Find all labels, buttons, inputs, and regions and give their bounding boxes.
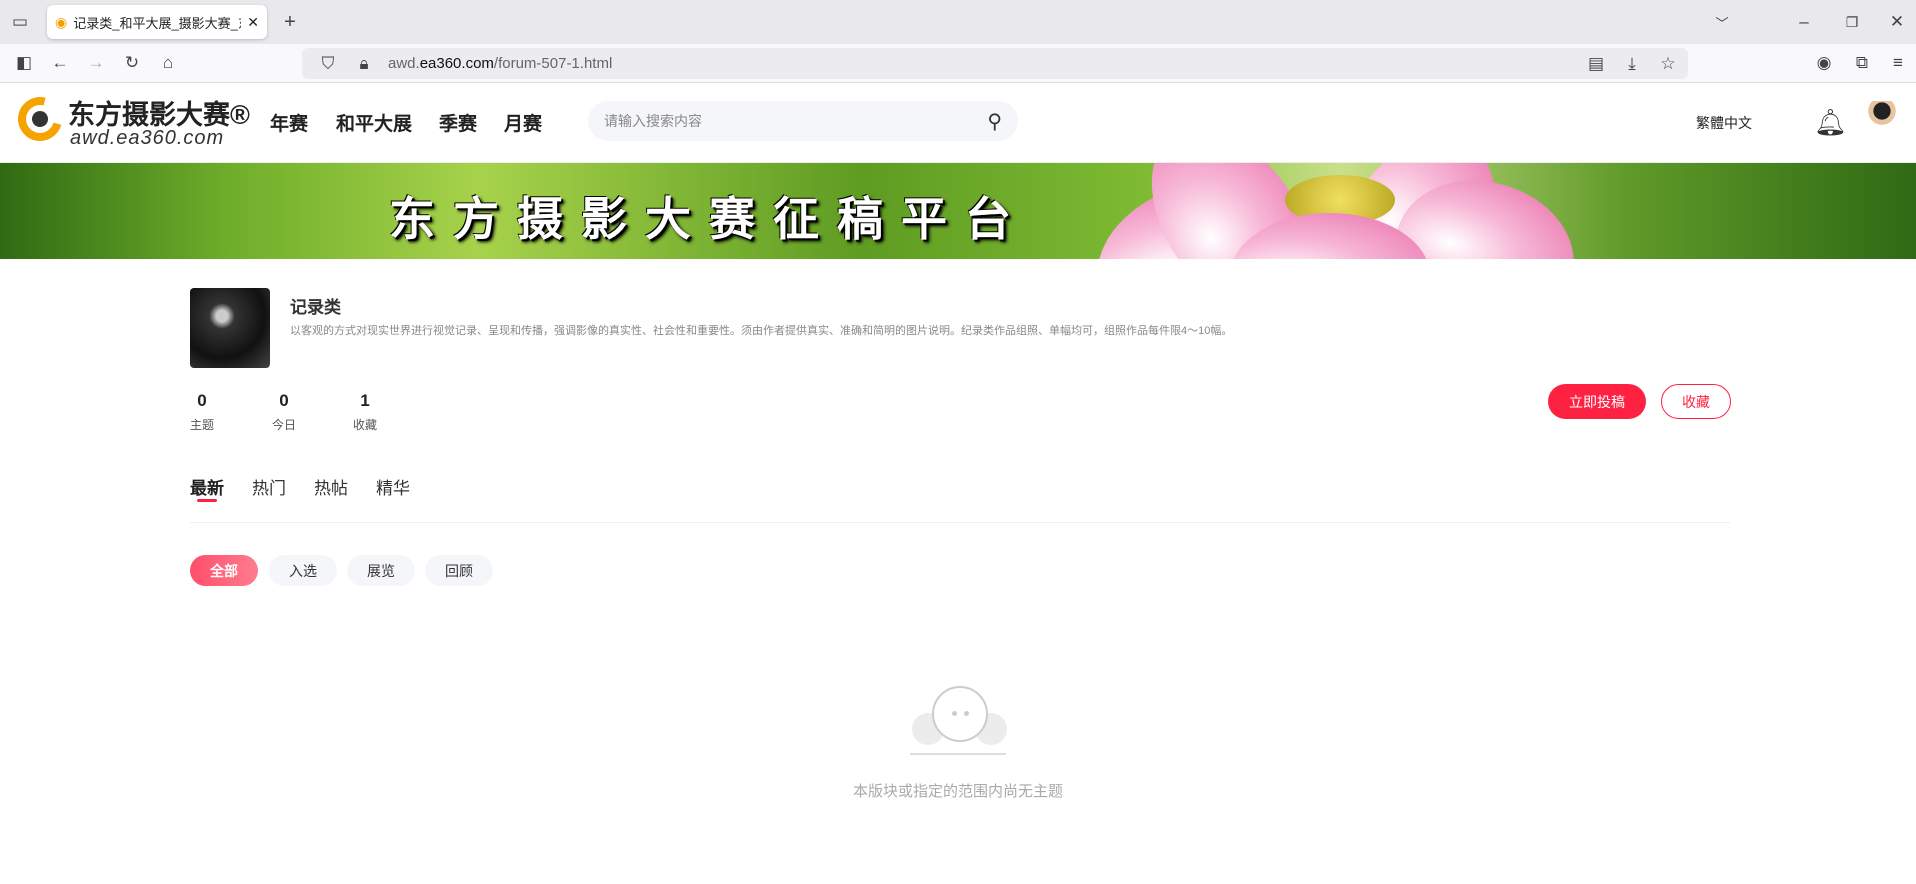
- search-input[interactable]: 请输入搜索内容 ⚲: [588, 101, 1018, 141]
- close-tab-icon[interactable]: ✕: [247, 14, 259, 31]
- nav-season[interactable]: 季赛: [439, 109, 477, 136]
- account-icon[interactable]: ◉: [1812, 51, 1836, 75]
- sidebar-icon[interactable]: ◧: [12, 51, 36, 75]
- minimize-icon[interactable]: –: [1792, 10, 1816, 34]
- favorite-button[interactable]: 收藏: [1661, 384, 1731, 419]
- stat-favorites-label: 收藏: [352, 418, 377, 432]
- restore-icon[interactable]: ❐: [1840, 10, 1864, 34]
- stat-today-label: 今日: [271, 418, 296, 432]
- logo-icon[interactable]: [9, 88, 71, 150]
- browser-tab[interactable]: ◉ 记录类_和平大展_摄影大赛_东方 ✕: [47, 5, 267, 39]
- lock-icon[interactable]: 🔒︎: [352, 52, 376, 76]
- nav-annual[interactable]: 年赛: [270, 109, 308, 136]
- browser-tab-bar: ▭ ◉ 记录类_和平大展_摄影大赛_东方 ✕ + ﹀ – ❐ ✕: [0, 0, 1916, 44]
- url-bar[interactable]: ⛉ 🔒︎ awd.ea360.com/forum-507-1.html ▤ ⤓ …: [302, 48, 1688, 79]
- banner: 东方摄影大赛征稿平台: [0, 163, 1916, 259]
- avatar[interactable]: [1866, 101, 1898, 141]
- stat-today-value: 0: [279, 391, 289, 410]
- reader-view-icon[interactable]: ▤: [1584, 52, 1608, 76]
- tab-title: 记录类_和平大展_摄影大赛_东方: [73, 15, 241, 31]
- filter-exhibition[interactable]: 展览: [347, 555, 415, 586]
- shield-icon[interactable]: ⛉: [316, 52, 340, 76]
- browser-toolbar: ◧ ← → ↻ ⌂ ⛉ 🔒︎ awd.ea360.com/forum-507-1…: [0, 44, 1916, 83]
- tab-hot-posts[interactable]: 热帖: [314, 474, 348, 499]
- reload-icon[interactable]: ↻: [120, 51, 144, 75]
- tab-list-icon[interactable]: ▭: [8, 10, 32, 34]
- nav-peace-exhibition[interactable]: 和平大展: [336, 109, 412, 136]
- forum-cover-image: [190, 288, 270, 368]
- stat-threads-label: 主题: [189, 418, 214, 432]
- favicon-icon: ◉: [55, 13, 68, 30]
- menu-icon[interactable]: ≡: [1886, 51, 1910, 75]
- search-icon[interactable]: ⚲: [987, 109, 1002, 134]
- tab-latest[interactable]: 最新: [190, 474, 224, 499]
- tab-hot[interactable]: 热门: [252, 474, 286, 499]
- back-icon[interactable]: ←: [48, 51, 72, 75]
- submit-button[interactable]: 立即投稿: [1548, 384, 1646, 419]
- divider: [190, 522, 1730, 523]
- download-icon[interactable]: ⤓: [1620, 52, 1644, 76]
- extensions-icon[interactable]: ⧉: [1850, 51, 1874, 75]
- forward-icon[interactable]: →: [84, 51, 108, 75]
- language-switch[interactable]: 繁體中文: [1696, 113, 1752, 133]
- home-icon[interactable]: ⌂: [156, 51, 180, 75]
- bell-icon[interactable]: 🔔︎: [1814, 107, 1847, 138]
- forum-description: 以客观的方式对现实世界进行视觉记录、呈现和传播，强调影像的真实性、社会性和重要性…: [290, 325, 1233, 337]
- filter-all[interactable]: 全部: [190, 555, 258, 586]
- search-placeholder: 请输入搜索内容: [604, 113, 702, 129]
- filter-review[interactable]: 回顾: [425, 555, 493, 586]
- empty-message: 本版块或指定的范围内尚无主题: [852, 783, 1063, 800]
- stat-threads-value: 0: [197, 391, 207, 410]
- filter-selected[interactable]: 入选: [269, 555, 337, 586]
- site-header: 东方摄影大赛® awd.ea360.com 年赛 和平大展 季赛 月赛 请输入搜…: [0, 83, 1916, 163]
- nav-month[interactable]: 月赛: [504, 109, 542, 136]
- empty-chat-icon: [910, 680, 1010, 760]
- tab-featured[interactable]: 精华: [376, 474, 410, 499]
- stat-favorites-value: 1: [360, 391, 370, 410]
- chevron-down-icon[interactable]: ﹀: [1710, 10, 1734, 34]
- banner-title: 东方摄影大赛征稿平台: [389, 193, 1029, 245]
- close-window-icon[interactable]: ✕: [1885, 10, 1909, 34]
- forum-title: 记录类: [290, 298, 341, 317]
- logo-subtext: awd.ea360.com: [70, 127, 225, 149]
- url-text: awd.ea360.com/forum-507-1.html: [388, 55, 613, 72]
- active-tab-indicator: [197, 499, 217, 502]
- bookmark-star-icon[interactable]: ☆: [1656, 52, 1680, 76]
- new-tab-icon[interactable]: +: [278, 10, 302, 34]
